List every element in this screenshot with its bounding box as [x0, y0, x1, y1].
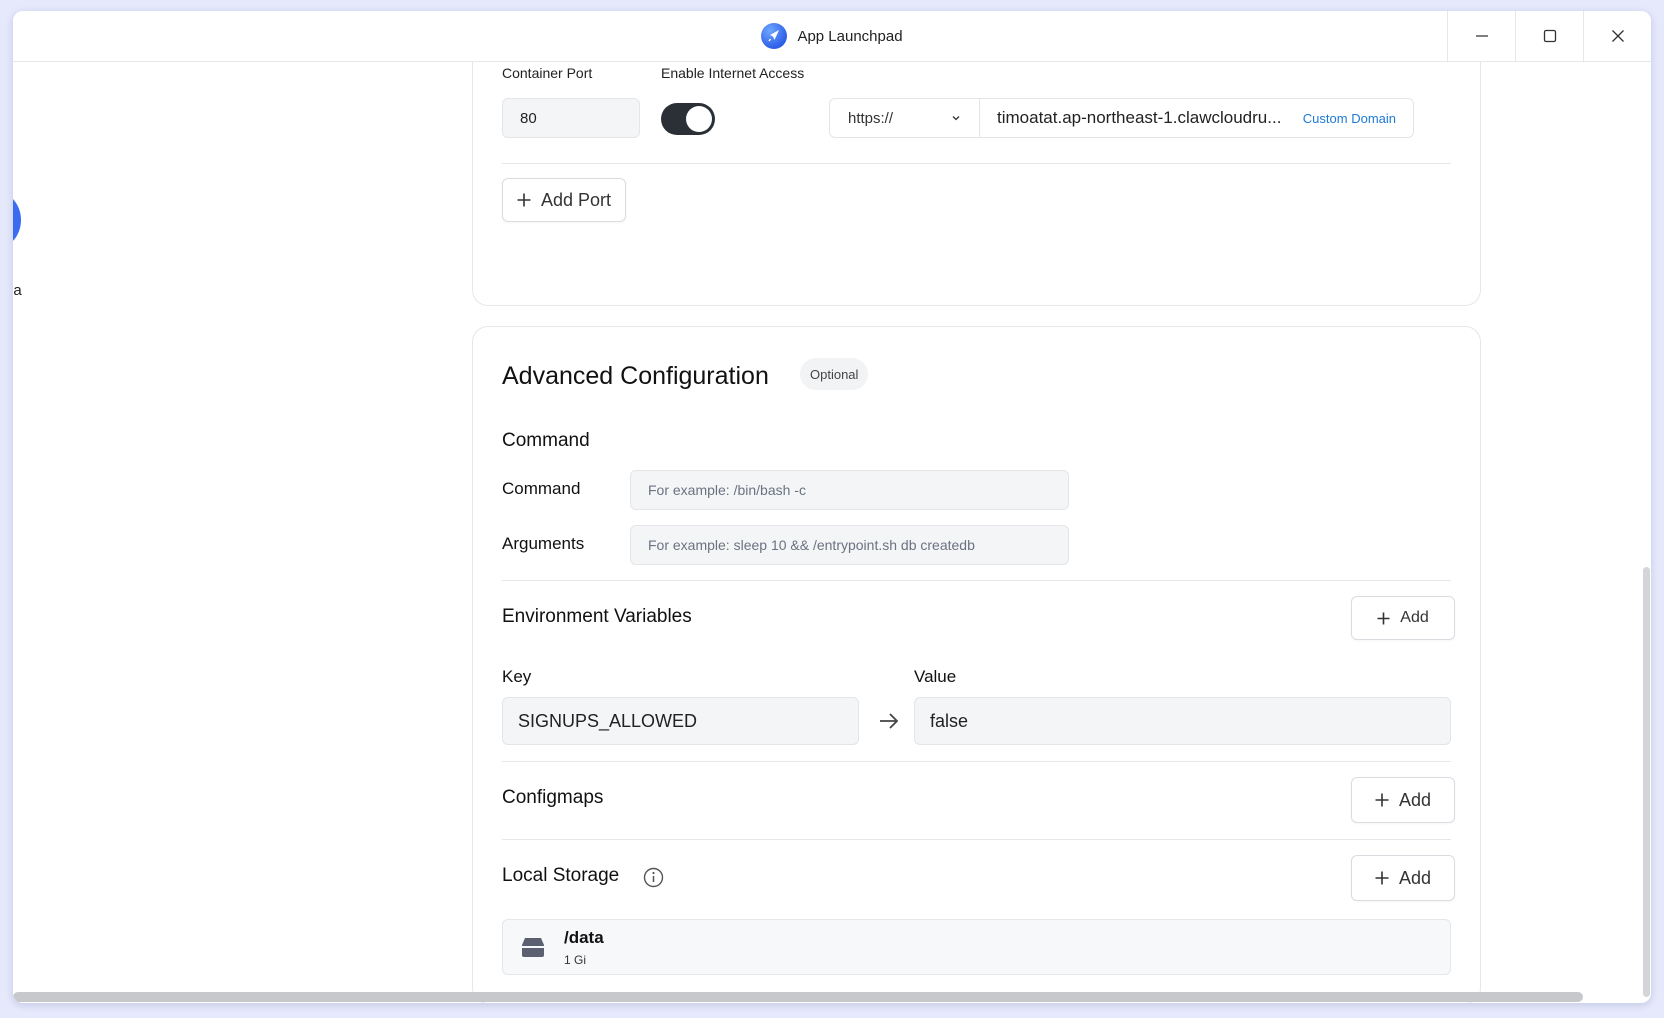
add-port-button[interactable]: Add Port: [502, 178, 626, 222]
arguments-label: Arguments: [502, 534, 585, 553]
add-port-label: Add Port: [540, 189, 612, 210]
command-label: Command: [502, 479, 581, 498]
plus-icon: [1377, 612, 1390, 624]
minimize-icon: [1475, 35, 1488, 37]
env-key-input[interactable]: SIGNUPS_ALLOWED: [502, 697, 859, 745]
env-value-value: false: [930, 710, 969, 731]
internet-access-label: Enable Internet Access: [661, 65, 805, 81]
add-storage-label: Add: [1398, 867, 1432, 888]
arguments-placeholder: For example: sleep 10 && /entrypoint.sh …: [648, 537, 975, 553]
custom-domain-link[interactable]: Custom Domain: [1295, 99, 1413, 137]
maximize-button[interactable]: [1515, 11, 1583, 61]
plus-icon: [1375, 871, 1389, 885]
command-placeholder: For example: /bin/bash -c: [648, 482, 806, 498]
main-content: pa Container Port Enable Internet Access…: [13, 62, 1651, 1003]
advanced-config-card: Advanced Configuration Optional Command …: [472, 326, 1481, 1003]
close-icon: [1611, 30, 1624, 42]
container-port-value: 80: [520, 109, 537, 127]
storage-path: /data: [564, 928, 604, 947]
domain-value: timoatat.ap-northeast-1.clawcloudru...: [997, 108, 1282, 127]
add-configmap-button[interactable]: Add: [1351, 777, 1455, 823]
internet-access-toggle[interactable]: [661, 103, 715, 135]
chevron-down-icon: [952, 116, 960, 121]
add-env-button[interactable]: Add: [1351, 596, 1455, 640]
info-icon[interactable]: [643, 867, 664, 888]
protocol-value: https://: [848, 109, 894, 127]
divider: [502, 580, 1451, 581]
divider: [502, 761, 1451, 762]
toggle-knob: [686, 106, 712, 132]
container-port-input[interactable]: 80: [502, 98, 640, 138]
configmaps-title: Configmaps: [502, 787, 604, 808]
command-input[interactable]: For example: /bin/bash -c: [630, 470, 1069, 510]
sidebar-app-icon[interactable]: [13, 192, 21, 248]
optional-badge: Optional: [800, 358, 869, 390]
value-label: Value: [914, 667, 957, 686]
domain-field: https:// timoatat.ap-northeast-1.clawclo…: [829, 98, 1414, 138]
divider: [502, 163, 1451, 164]
rocket-icon: [761, 23, 788, 49]
divider: [502, 839, 1451, 840]
horizontal-scrollbar[interactable]: [13, 992, 1583, 1002]
env-value-input[interactable]: false: [914, 697, 1451, 745]
advanced-config-title: Advanced Configuration: [502, 362, 769, 390]
minimize-button[interactable]: [1447, 11, 1515, 61]
vertical-scrollbar[interactable]: [1643, 567, 1650, 997]
protocol-select[interactable]: https://: [830, 99, 980, 137]
arrow-right-icon: [880, 713, 899, 729]
plus-icon: [517, 193, 531, 207]
hard-drive-icon: [522, 938, 544, 957]
close-button[interactable]: [1583, 11, 1651, 61]
network-card: Container Port Enable Internet Access 80…: [472, 62, 1481, 306]
env-variables-title: Environment Variables: [502, 606, 692, 627]
env-key-value: SIGNUPS_ALLOWED: [518, 710, 698, 731]
command-section-title: Command: [502, 430, 590, 451]
sidebar-app-label: pa: [13, 282, 22, 299]
window-title: App Launchpad: [797, 27, 903, 45]
storage-item[interactable]: /data 1 Gi: [502, 919, 1451, 975]
app-window: App Launchpad pa Container Port Enable I…: [13, 11, 1651, 1003]
container-port-label: Container Port: [502, 65, 593, 81]
maximize-icon: [1543, 29, 1556, 43]
arguments-input[interactable]: For example: sleep 10 && /entrypoint.sh …: [630, 525, 1069, 565]
title-bar: App Launchpad: [13, 11, 1651, 62]
storage-size: 1 Gi: [564, 953, 587, 967]
add-storage-button[interactable]: Add: [1351, 855, 1455, 901]
add-configmap-label: Add: [1398, 789, 1432, 810]
local-storage-title: Local Storage: [502, 865, 620, 886]
add-env-label: Add: [1400, 609, 1429, 626]
key-label: Key: [502, 667, 532, 686]
plus-icon: [1375, 793, 1389, 807]
